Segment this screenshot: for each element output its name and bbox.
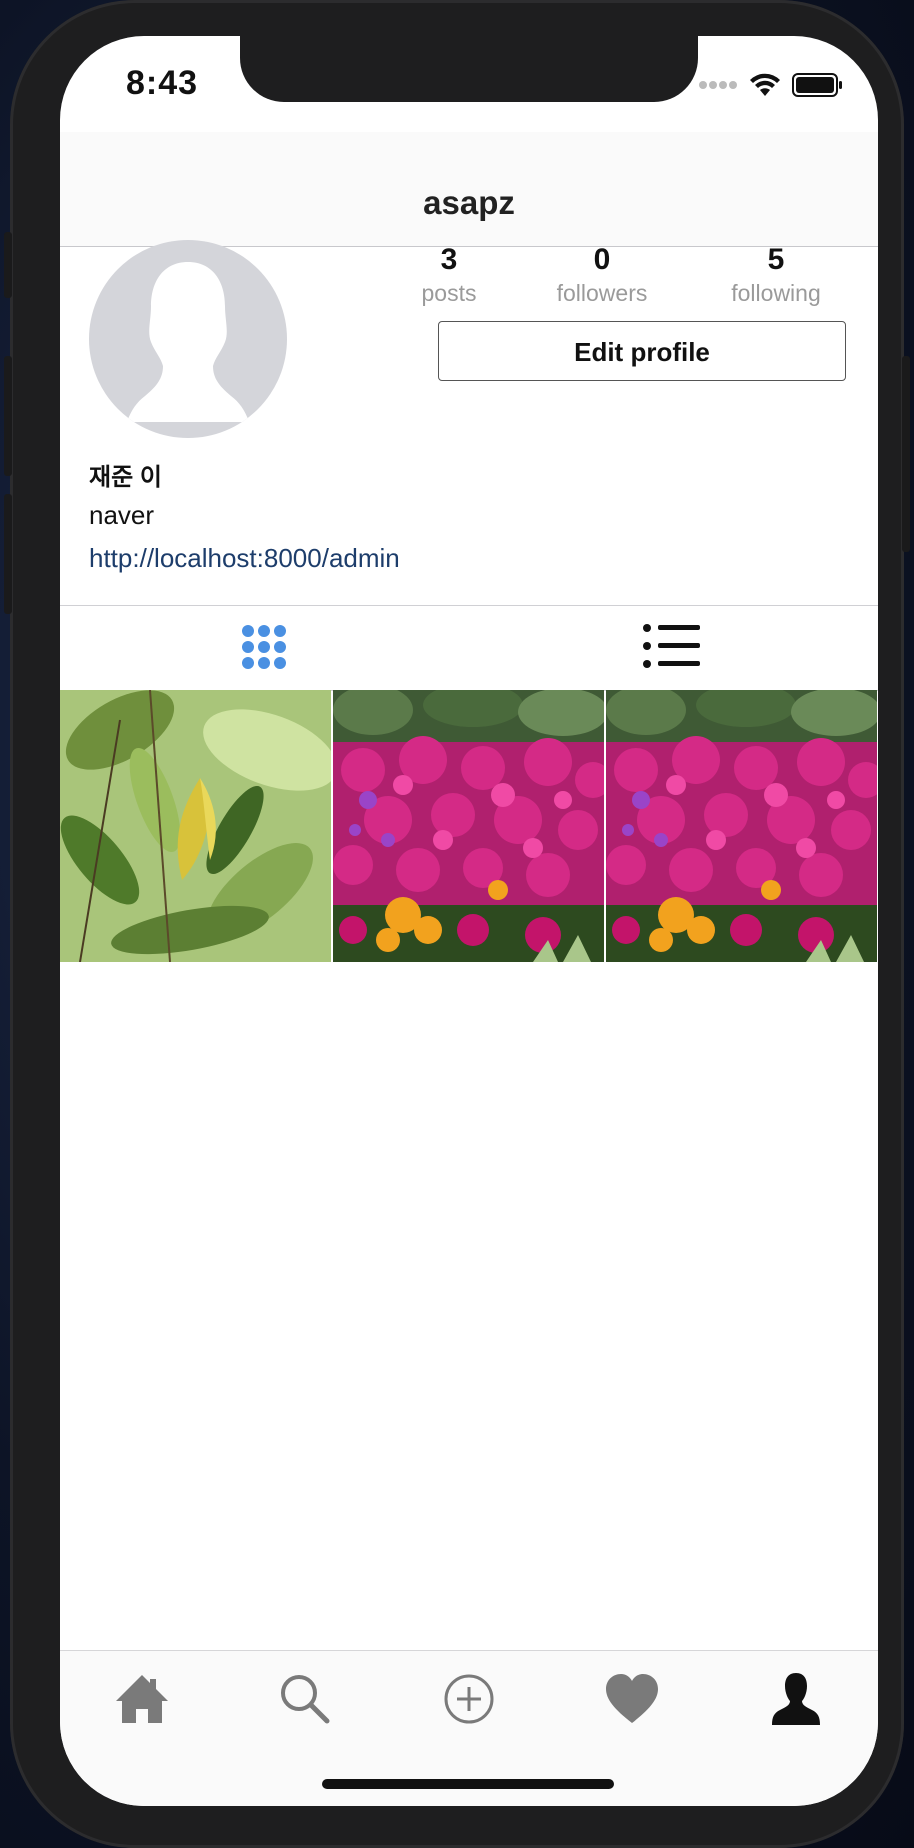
- home-indicator: [322, 1779, 614, 1789]
- heart-icon: [606, 1674, 658, 1723]
- battery-icon: [792, 73, 842, 97]
- website-link[interactable]: http://localhost:8000/admin: [89, 543, 400, 574]
- wifi-icon: [750, 73, 780, 96]
- profile-tab[interactable]: [766, 1669, 826, 1729]
- search-tab[interactable]: [275, 1669, 335, 1729]
- posts-count-label: posts: [421, 280, 477, 306]
- view-mode-tabs: [60, 605, 878, 691]
- side-button: [4, 356, 12, 476]
- side-button: [4, 494, 12, 614]
- following-count[interactable]: 5 following: [706, 242, 846, 308]
- search-icon: [281, 1675, 330, 1724]
- following-count-label: following: [731, 280, 821, 306]
- home-tab[interactable]: [112, 1669, 172, 1729]
- post-thumbnail-leaves[interactable]: [60, 690, 331, 962]
- posts-count[interactable]: 3 posts: [379, 242, 519, 308]
- add-icon: [444, 1674, 494, 1724]
- photo-grid: [60, 690, 878, 962]
- grid-icon: [242, 625, 286, 669]
- side-button: [4, 232, 12, 298]
- phone-frame: 8:43 asapz 3 posts 0 followers 5 followi…: [4, 0, 910, 1848]
- edit-profile-button[interactable]: Edit profile: [438, 321, 846, 381]
- flowers-photo: [606, 690, 877, 962]
- list-icon: [643, 624, 700, 668]
- activity-tab[interactable]: [602, 1669, 662, 1729]
- add-post-tab[interactable]: [439, 1669, 499, 1729]
- post-thumbnail-flowers[interactable]: [333, 690, 604, 962]
- avatar[interactable]: [89, 240, 287, 438]
- list-view-tab[interactable]: [642, 622, 702, 675]
- post-thumbnail-flowers[interactable]: [606, 690, 877, 962]
- bio-text: naver: [89, 500, 155, 530]
- navigation-bar: asapz: [60, 132, 878, 247]
- home-icon: [116, 1675, 168, 1723]
- followers-count-value: 0: [593, 243, 611, 276]
- following-count-value: 5: [767, 243, 785, 276]
- posts-count-value: 3: [440, 243, 458, 276]
- flowers-photo: [333, 690, 604, 962]
- status-icons: [698, 72, 844, 98]
- default-avatar-icon: [89, 240, 287, 438]
- followers-count-label: followers: [556, 280, 648, 306]
- screen: 8:43 asapz 3 posts 0 followers 5 followi…: [60, 36, 878, 1806]
- display-name: 재준 이: [89, 464, 162, 491]
- profile-username-title: asapz: [423, 184, 515, 221]
- profile-icon: [772, 1673, 820, 1725]
- followers-count[interactable]: 0 followers: [532, 242, 672, 308]
- notch: [240, 36, 698, 102]
- power-button: [902, 356, 910, 552]
- status-time: 8:43: [126, 64, 199, 102]
- cellular-signal-icon: [699, 81, 737, 89]
- grid-view-tab[interactable]: [240, 623, 288, 676]
- leaves-photo: [60, 690, 331, 962]
